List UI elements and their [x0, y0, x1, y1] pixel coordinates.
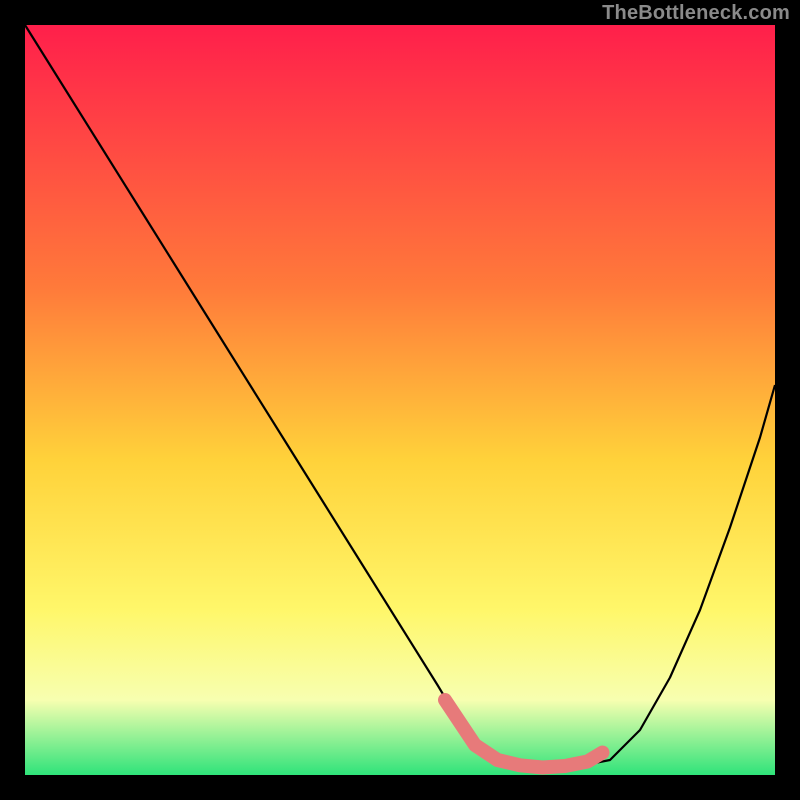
bottleneck-chart [0, 0, 800, 800]
chart-frame: { "watermark": "TheBottleneck.com", "col… [0, 0, 800, 800]
plot-background [25, 25, 775, 775]
